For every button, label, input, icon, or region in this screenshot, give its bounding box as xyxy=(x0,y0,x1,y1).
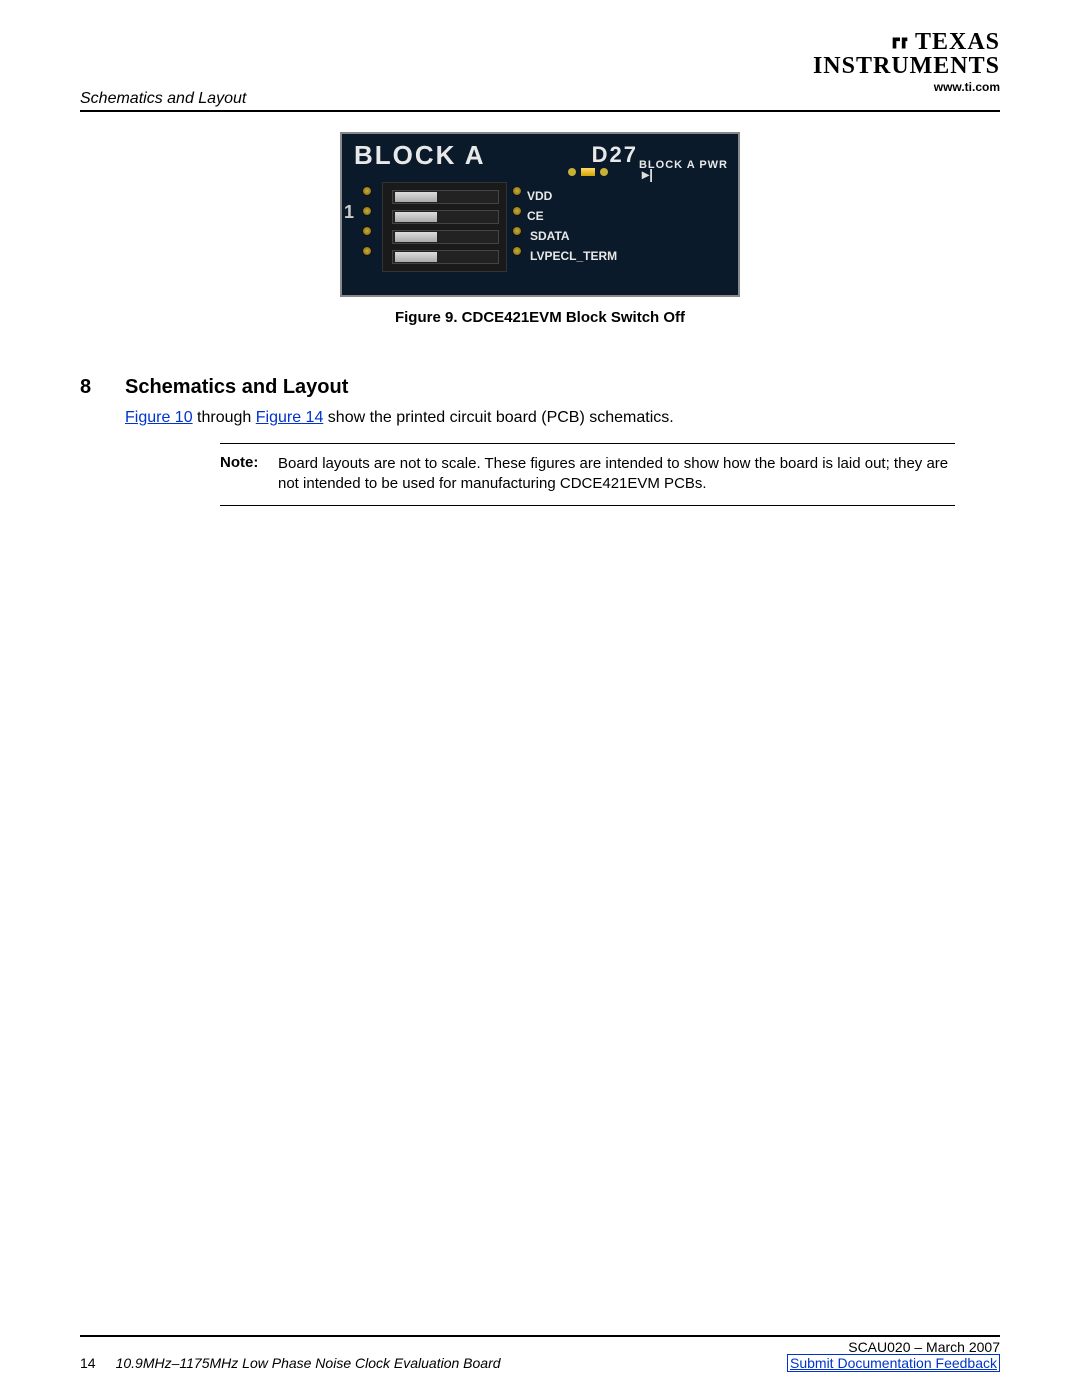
silk-block-a: BLOCK A xyxy=(354,140,485,171)
via-pad xyxy=(512,206,522,216)
dip-row xyxy=(391,249,500,265)
led-d27 xyxy=(568,164,608,180)
dip-row xyxy=(391,209,500,225)
pcb-photo: BLOCK A D27 BLOCK A PWR 1 ▸| xyxy=(340,132,740,297)
dip-switch-block xyxy=(382,182,507,272)
note-block: Note: Board layouts are not to scale. Th… xyxy=(220,443,955,506)
silk-one: 1 xyxy=(344,202,354,223)
section-heading: 8 Schematics and Layout xyxy=(80,376,1000,399)
section-number: 8 xyxy=(80,376,125,399)
via-pad xyxy=(512,186,522,196)
silk-lvpecl: LVPECL_TERM xyxy=(530,249,617,263)
via-pad xyxy=(512,226,522,236)
solder-pad xyxy=(600,168,608,176)
note-text: Board layouts are not to scale. These fi… xyxy=(278,454,955,495)
footer-right: SCAU020 – March 2007 Submit Documentatio… xyxy=(787,1339,1000,1371)
section-body: Figure 10 through Figure 14 show the pri… xyxy=(125,409,1000,427)
footer-left: 14 10.9MHz–1175MHz Low Phase Noise Clock… xyxy=(80,1355,501,1371)
footer-rule xyxy=(80,1335,1000,1337)
silk-sdata: SDATA xyxy=(530,229,570,243)
dip-row xyxy=(391,189,500,205)
solder-pad xyxy=(568,168,576,176)
led-chip xyxy=(581,168,595,176)
footer-page-number: 14 xyxy=(80,1355,96,1371)
ti-logo-block: TEXAS INSTRUMENTS www.ti.com xyxy=(813,30,1000,94)
body-post: show the printed circuit board (PCB) sch… xyxy=(323,409,673,426)
link-submit-feedback[interactable]: Submit Documentation Feedback xyxy=(787,1354,1000,1372)
footer-doc-title: 10.9MHz–1175MHz Low Phase Noise Clock Ev… xyxy=(116,1355,501,1371)
via-pad xyxy=(362,186,372,196)
section-title: Schematics and Layout xyxy=(125,376,348,399)
via-pad xyxy=(362,226,372,236)
footer: 14 10.9MHz–1175MHz Low Phase Noise Clock… xyxy=(80,1339,1000,1371)
header-rule xyxy=(80,110,1000,112)
footer-docid: SCAU020 – March 2007 xyxy=(787,1339,1000,1355)
ti-logo: TEXAS INSTRUMENTS xyxy=(813,30,1000,78)
link-figure-10[interactable]: Figure 10 xyxy=(125,409,193,426)
link-figure-14[interactable]: Figure 14 xyxy=(256,409,324,426)
via-pad xyxy=(362,206,372,216)
page: TEXAS INSTRUMENTS www.ti.com Schematics … xyxy=(0,0,1080,1397)
via-pad xyxy=(362,246,372,256)
figure-caption: Figure 9. CDCE421EVM Block Switch Off xyxy=(395,309,685,326)
ti-chip-icon xyxy=(889,32,911,54)
dip-row xyxy=(391,229,500,245)
figure-wrap: BLOCK A D27 BLOCK A PWR 1 ▸| xyxy=(80,132,1000,326)
logo-line2: INSTRUMENTS xyxy=(813,54,1000,78)
diode-icon: ▸| xyxy=(642,166,653,183)
via-pad xyxy=(512,246,522,256)
body-mid: through xyxy=(193,409,256,426)
silk-vdd: VDD xyxy=(527,189,552,203)
note-label: Note: xyxy=(220,454,278,495)
silk-ce: CE xyxy=(527,209,544,223)
logo-url: www.ti.com xyxy=(813,80,1000,94)
logo-line1: TEXAS xyxy=(915,29,1000,55)
